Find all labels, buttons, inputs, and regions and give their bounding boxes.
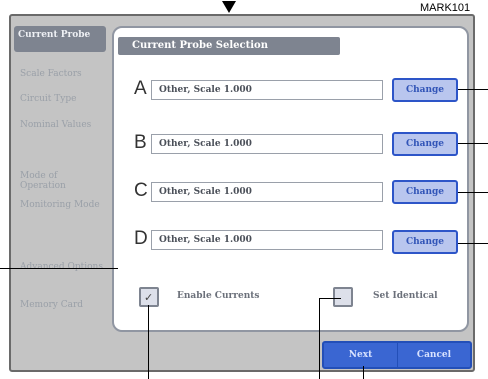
panel-title: Current Probe Selection [118, 37, 340, 55]
sidebar-item-advanced-options[interactable]: Advanced Options [14, 262, 106, 272]
phase-c-letter: C [134, 180, 148, 201]
sidebar-item-label: Advanced Options [20, 262, 103, 272]
phase-d-change-button[interactable]: Change [392, 230, 458, 254]
callout-line-b [458, 143, 488, 144]
callout-line-left [0, 268, 118, 269]
sidebar-item-label: Nominal Values [20, 120, 92, 130]
sidebar-item-memory-card[interactable]: Memory Card [14, 300, 106, 310]
sidebar-item-monitoring-mode[interactable]: Monitoring Mode [14, 200, 106, 210]
checkmark-icon: ✓ [144, 291, 154, 304]
sidebar-item-label: Mode of Operation [20, 171, 66, 191]
sidebar-item-circuit-type[interactable]: Circuit Type [14, 94, 106, 104]
callout-line-identical-v [319, 298, 320, 379]
set-identical-checkbox[interactable] [333, 287, 353, 307]
sidebar-item-scale-factors[interactable]: Scale Factors [14, 69, 106, 79]
sidebar-item-label: Monitoring Mode [20, 200, 100, 210]
next-button[interactable]: Next [324, 343, 398, 367]
callout-line-next [363, 366, 364, 379]
footer-button-bar: Next Cancel [322, 341, 472, 369]
enable-currents-checkbox[interactable]: ✓ [139, 287, 159, 307]
phase-d-letter: D [134, 228, 148, 249]
callout-line-a [458, 89, 488, 90]
callout-line-identical-h [319, 298, 341, 299]
sidebar-item-label: Memory Card [20, 300, 84, 310]
sidebar-item-label: Current Probe [18, 30, 91, 40]
enable-currents-label: Enable Currents [177, 291, 260, 301]
phase-b-letter: B [134, 132, 147, 153]
sidebar-item-mode-of-operation[interactable]: Mode of Operation [14, 171, 106, 191]
sidebar-item-label: Circuit Type [20, 94, 77, 104]
sidebar-item-current-probe[interactable]: Current Probe [14, 26, 106, 52]
phase-b-change-button[interactable]: Change [392, 132, 458, 156]
phase-d-probe-field[interactable]: Other, Scale 1.000 [151, 230, 383, 250]
phase-c-probe-field[interactable]: Other, Scale 1.000 [151, 182, 383, 202]
probe-selection-panel [112, 26, 469, 332]
callout-arrow-icon [222, 1, 236, 13]
mark-label: MARK101 [420, 2, 471, 14]
phase-b-probe-field[interactable]: Other, Scale 1.000 [151, 134, 383, 154]
callout-line-c [458, 192, 488, 193]
phase-a-probe-field[interactable]: Other, Scale 1.000 [151, 80, 383, 100]
phase-a-letter: A [134, 78, 147, 99]
sidebar-item-label: Scale Factors [20, 69, 82, 79]
sidebar-item-nominal-values[interactable]: Nominal Values [14, 120, 106, 130]
phase-c-change-button[interactable]: Change [392, 180, 458, 204]
callout-line-enable [148, 305, 149, 379]
set-identical-label: Set Identical [373, 291, 438, 301]
phase-a-change-button[interactable]: Change [392, 78, 458, 102]
cancel-button[interactable]: Cancel [398, 343, 470, 367]
callout-line-d [458, 243, 488, 244]
